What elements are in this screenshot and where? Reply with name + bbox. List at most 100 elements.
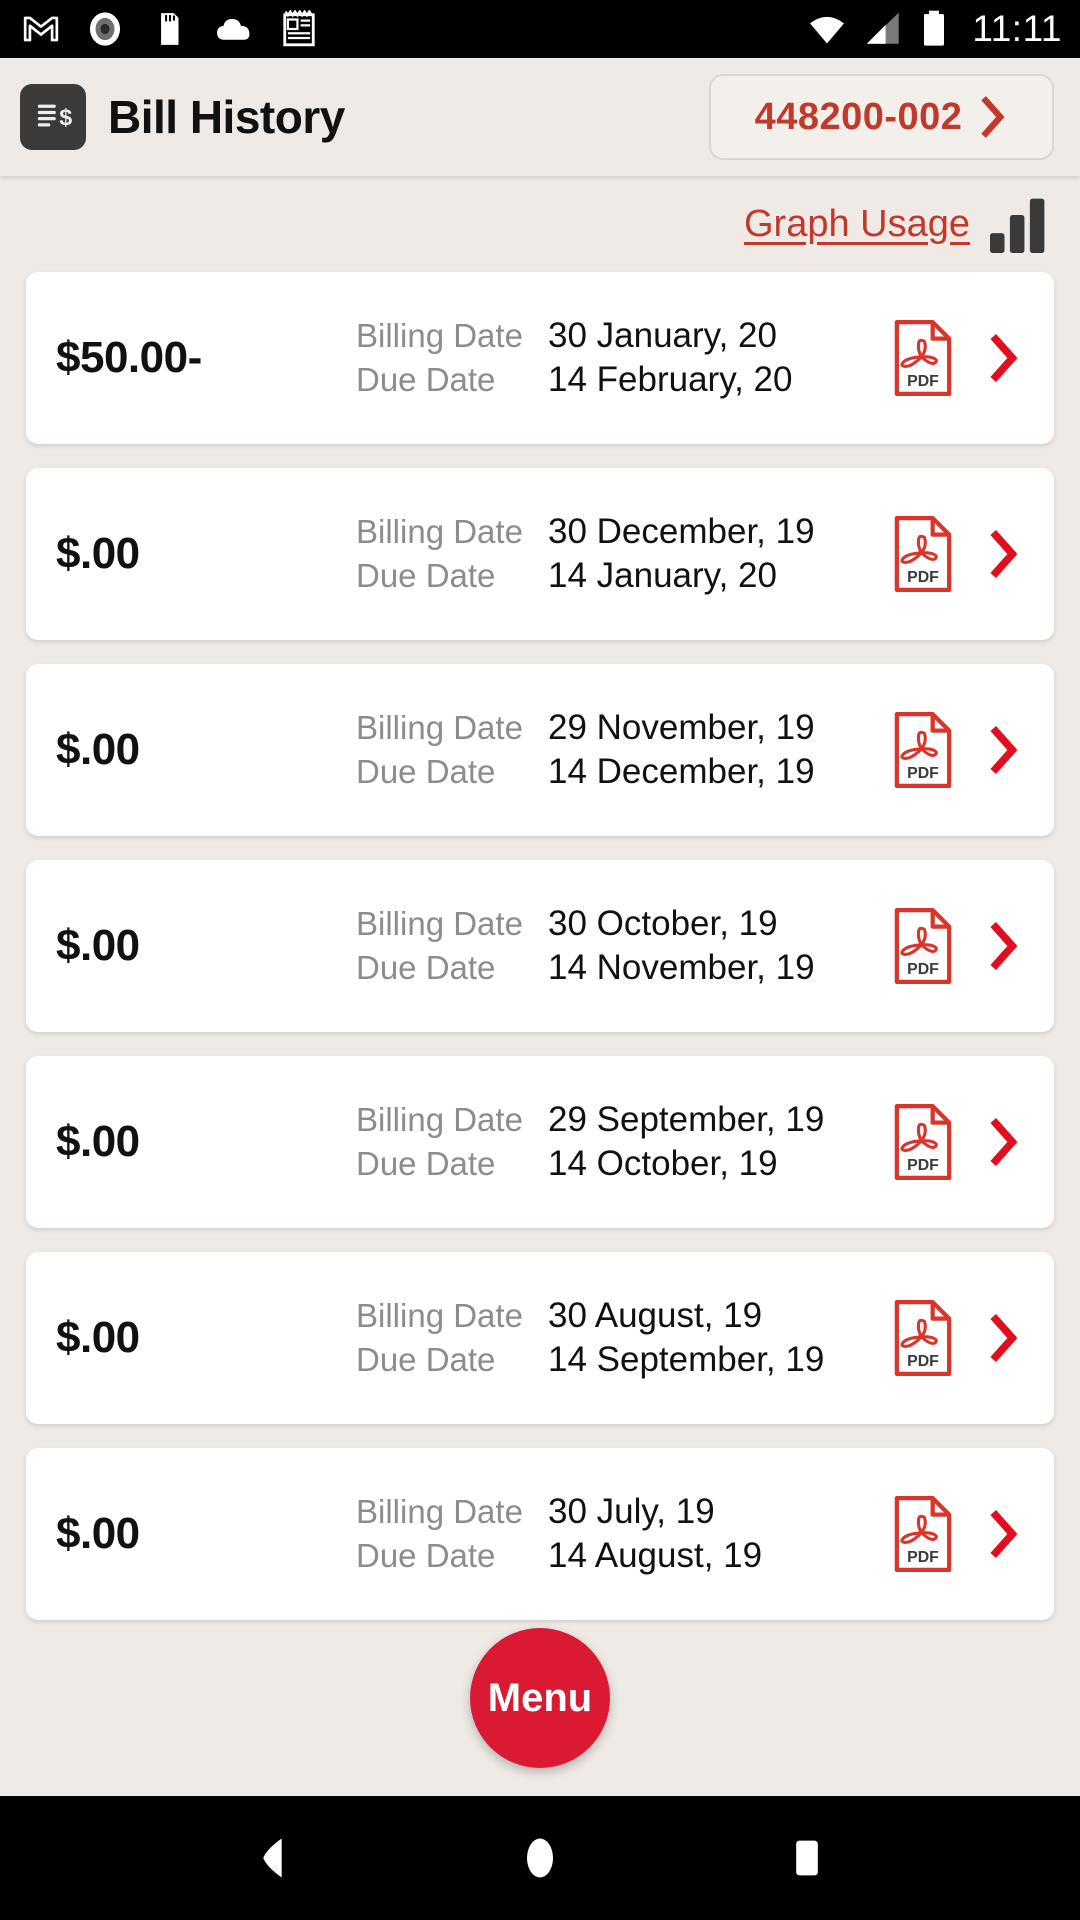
pdf-download-icon[interactable]: PDF — [892, 1103, 954, 1181]
billing-date-row: Billing Date 30 July, 19 — [356, 1492, 892, 1532]
pdf-download-icon[interactable]: PDF — [892, 711, 954, 789]
due-date-row: Due Date 14 February, 20 — [356, 360, 892, 400]
pdf-download-icon[interactable]: PDF — [892, 515, 954, 593]
account-selector-button[interactable]: 448200-002 — [709, 74, 1054, 160]
due-date-row: Due Date 14 August, 19 — [356, 1536, 892, 1576]
chevron-right-icon[interactable] — [986, 1117, 1020, 1167]
page-title: Bill History — [108, 91, 345, 143]
chevron-right-icon[interactable] — [986, 921, 1020, 971]
bill-dates: Billing Date 29 November, 19 Due Date 14 De… — [356, 708, 892, 792]
chevron-right-icon — [981, 96, 1005, 138]
due-date-value: 14 September, 19 — [548, 1340, 825, 1379]
pdf-label: PDF — [907, 961, 939, 978]
billing-date-value: 29 September, 19 — [548, 1100, 825, 1139]
due-date-value: 14 October, 19 — [548, 1144, 778, 1183]
billing-date-value: 30 October, 19 — [548, 904, 778, 943]
bill-dates: Billing Date 29 September, 19 Due Date 14 O… — [356, 1100, 892, 1184]
due-date-value: 14 November, 19 — [548, 948, 815, 987]
pdf-download-icon[interactable]: PDF — [892, 1299, 954, 1377]
graph-usage-link[interactable]: Graph Usage — [744, 203, 970, 246]
menu-fab-button[interactable]: Menu — [470, 1628, 610, 1768]
battery-icon — [924, 10, 945, 46]
bill-amount: $.00 — [56, 529, 140, 578]
bill-card[interactable]: $50.00- Billing Date 30 January, 20 Due Dat… — [26, 272, 1054, 444]
pdf-label: PDF — [907, 569, 939, 586]
bill-card[interactable]: $.00 Billing Date 30 July, 19 Due Date 14 Au… — [26, 1448, 1054, 1620]
bill-amount: $.00 — [56, 725, 140, 774]
nav-back-button[interactable] — [223, 1808, 323, 1908]
chevron-right-icon[interactable] — [986, 1509, 1020, 1559]
bill-card-actions: PDF — [892, 1299, 1020, 1377]
due-date-label: Due Date — [356, 1537, 496, 1574]
svg-text:$: $ — [59, 104, 72, 130]
graph-usage-row: Graph Usage — [26, 176, 1054, 272]
chevron-right-icon[interactable] — [986, 333, 1020, 383]
due-date-value: 14 December, 19 — [548, 752, 815, 791]
sd-card-icon — [161, 13, 179, 45]
status-bar-system-icons: 11:11 — [806, 8, 1062, 50]
android-navigation-bar — [0, 1796, 1080, 1920]
billing-date-row: Billing Date 29 September, 19 — [356, 1100, 892, 1140]
bill-amount: $.00 — [56, 1313, 140, 1362]
back-triangle-icon — [263, 1838, 282, 1878]
chevron-right-icon[interactable] — [986, 1313, 1020, 1363]
billing-date-label: Billing Date — [356, 1101, 523, 1138]
chevron-right-icon[interactable] — [986, 725, 1020, 775]
billing-date-label: Billing Date — [356, 317, 523, 354]
gmail-icon — [23, 16, 59, 42]
due-date-row: Due Date 14 October, 19 — [356, 1144, 892, 1184]
bill-amount: $.00 — [56, 921, 140, 970]
due-date-row: Due Date 14 December, 19 — [356, 752, 892, 792]
chevron-right-icon[interactable] — [986, 529, 1020, 579]
pdf-label: PDF — [907, 1157, 939, 1174]
bill-dates: Billing Date 30 December, 19 Due Date 14 Ja… — [356, 512, 892, 596]
due-date-label: Due Date — [356, 753, 496, 790]
due-date-label: Due Date — [356, 949, 496, 986]
bill-card[interactable]: $.00 Billing Date 29 September, 19 Due Date… — [26, 1056, 1054, 1228]
billing-date-value: 30 July, 19 — [548, 1492, 715, 1531]
billing-date-row: Billing Date 30 October, 19 — [356, 904, 892, 944]
billing-date-value: 30 January, 20 — [548, 316, 777, 355]
billing-date-value: 30 December, 19 — [548, 512, 815, 551]
billing-date-row: Billing Date 30 August, 19 — [356, 1296, 892, 1336]
bill-history-scroll-area[interactable]: Graph Usage $50.00- Billing Date 30 Januar… — [0, 176, 1080, 1796]
due-date-label: Due Date — [356, 361, 496, 398]
due-date-row: Due Date 14 January, 20 — [356, 556, 892, 596]
header-title-group: $ Bill History — [20, 84, 345, 150]
nav-recents-button[interactable] — [757, 1808, 857, 1908]
due-date-value: 14 August, 19 — [548, 1536, 763, 1575]
bill-list: $50.00- Billing Date 30 January, 20 Due Dat… — [26, 272, 1054, 1620]
billing-date-row: Billing Date 30 December, 19 — [356, 512, 892, 552]
pdf-label: PDF — [907, 765, 939, 782]
bill-amount: $.00 — [56, 1117, 140, 1166]
pdf-download-icon[interactable]: PDF — [892, 907, 954, 985]
app-header: $ Bill History 448200-002 — [0, 58, 1080, 176]
bill-dates: Billing Date 30 July, 19 Due Date 14 August… — [356, 1492, 892, 1576]
pdf-label: PDF — [907, 1549, 939, 1566]
nav-home-button[interactable] — [490, 1808, 590, 1908]
bill-card-actions: PDF — [892, 1103, 1020, 1181]
pdf-download-icon[interactable]: PDF — [892, 1495, 954, 1573]
bill-card[interactable]: $.00 Billing Date 30 August, 19 Due Date 14 … — [26, 1252, 1054, 1424]
bar-chart-icon[interactable] — [988, 195, 1050, 253]
billing-date-label: Billing Date — [356, 905, 523, 942]
fab-container: Menu — [0, 1628, 1080, 1768]
due-date-label: Due Date — [356, 1341, 496, 1378]
billing-date-label: Billing Date — [356, 1493, 523, 1530]
bill-card[interactable]: $.00 Billing Date 30 October, 19 Due Date 14… — [26, 860, 1054, 1032]
bill-card[interactable]: $.00 Billing Date 30 December, 19 Due Date 1… — [26, 468, 1054, 640]
billing-date-label: Billing Date — [356, 513, 523, 550]
bill-dates: Billing Date 30 August, 19 Due Date 14 Sept… — [356, 1296, 892, 1380]
cellular-signal-icon — [867, 12, 900, 44]
due-date-row: Due Date 14 November, 19 — [356, 948, 892, 988]
cloud-icon — [217, 19, 250, 40]
bill-card-actions: PDF — [892, 515, 1020, 593]
bill-card-actions: PDF — [892, 711, 1020, 789]
due-date-value: 14 February, 20 — [548, 360, 793, 399]
pdf-download-icon[interactable]: PDF — [892, 319, 954, 397]
billing-date-row: Billing Date 30 January, 20 — [356, 316, 892, 356]
bill-card-actions: PDF — [892, 907, 1020, 985]
bill-card[interactable]: $.00 Billing Date 29 November, 19 Due Date 1… — [26, 664, 1054, 836]
status-bar-notification-icons — [22, 10, 318, 48]
bill-dates: Billing Date 30 October, 19 Due Date 14 Nov… — [356, 904, 892, 988]
